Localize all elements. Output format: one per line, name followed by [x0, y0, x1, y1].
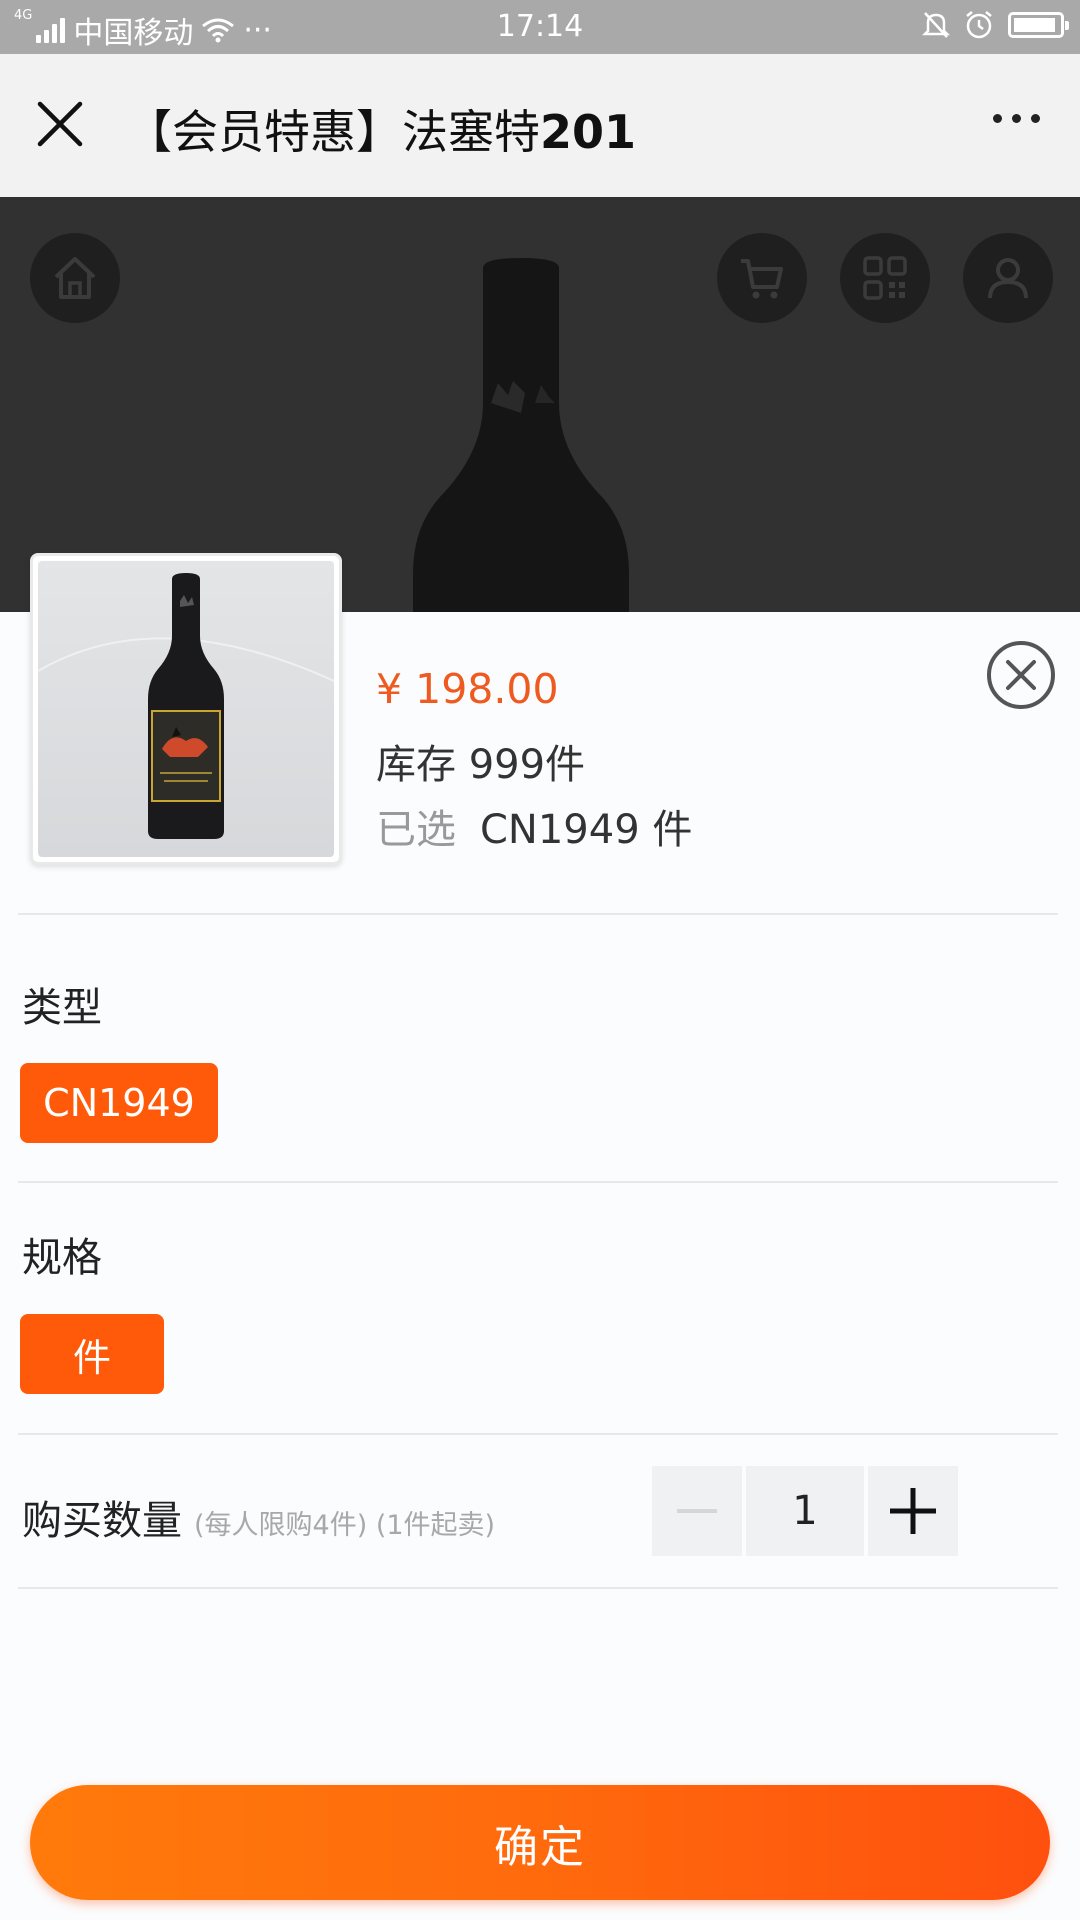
quantity-value[interactable]: 1 — [746, 1466, 864, 1556]
status-time: 17:14 — [496, 9, 584, 44]
page-title-number: 201 — [540, 105, 637, 159]
status-right — [922, 10, 1069, 40]
user-button[interactable] — [963, 233, 1053, 323]
cart-button[interactable] — [717, 233, 807, 323]
close-icon — [37, 101, 83, 147]
qrcode-button[interactable] — [840, 233, 930, 323]
divider — [18, 1433, 1058, 1435]
product-banner — [0, 197, 1080, 612]
divider — [18, 1181, 1058, 1183]
minus-icon — [677, 1509, 717, 1513]
increase-button[interactable] — [868, 1466, 958, 1556]
sheet-close-button[interactable] — [987, 641, 1055, 709]
selected-label: 已选 — [376, 807, 456, 853]
status-bar: 4G 中国移动 ··· 17:14 — [0, 0, 1080, 54]
quantity-label: 购买数量 (每人限购4件) (1件起卖) — [22, 1488, 495, 1546]
close-circle-icon — [1006, 660, 1036, 690]
battery-icon — [1008, 12, 1069, 38]
quantity-hint: (每人限购4件) (1件起卖) — [194, 1510, 496, 1541]
user-icon — [988, 258, 1028, 299]
selected-value: CN1949 件 — [480, 807, 693, 853]
alarm-icon — [966, 11, 992, 39]
plus-icon — [890, 1488, 936, 1534]
quantity-label-text: 购买数量 — [22, 1498, 182, 1544]
home-icon — [54, 257, 96, 299]
divider — [18, 1587, 1058, 1589]
product-thumbnail — [30, 553, 342, 865]
product-stock: 库存 999件 — [376, 742, 586, 788]
product-price: ¥ 198.00 — [376, 665, 559, 713]
bottle-image — [413, 258, 629, 612]
type-option-cn1949[interactable]: CN1949 — [20, 1063, 218, 1143]
divider — [18, 913, 1058, 915]
mute-icon — [922, 12, 950, 38]
page-title-text: 【会员特惠】法塞特 — [126, 105, 540, 159]
spec-section-label: 规格 — [22, 1235, 102, 1281]
spec-option-piece[interactable]: 件 — [20, 1314, 164, 1394]
home-button[interactable] — [30, 233, 120, 323]
close-button[interactable] — [28, 92, 92, 156]
more-button[interactable] — [993, 114, 1040, 123]
selected-sku: 已选 CN1949 件 — [376, 797, 692, 855]
title-bar: 【会员特惠】法塞特201 — [0, 54, 1080, 197]
confirm-button[interactable]: 确定 — [30, 1785, 1050, 1900]
wine-bottle-image — [38, 573, 334, 839]
page-title: 【会员特惠】法塞特201 — [126, 96, 636, 162]
qrcode-icon — [863, 256, 907, 300]
type-section-label: 类型 — [22, 985, 102, 1031]
cart-icon — [741, 259, 783, 299]
more-icon — [993, 114, 1002, 123]
quantity-stepper: 1 — [652, 1466, 958, 1556]
decrease-button[interactable] — [652, 1466, 742, 1556]
